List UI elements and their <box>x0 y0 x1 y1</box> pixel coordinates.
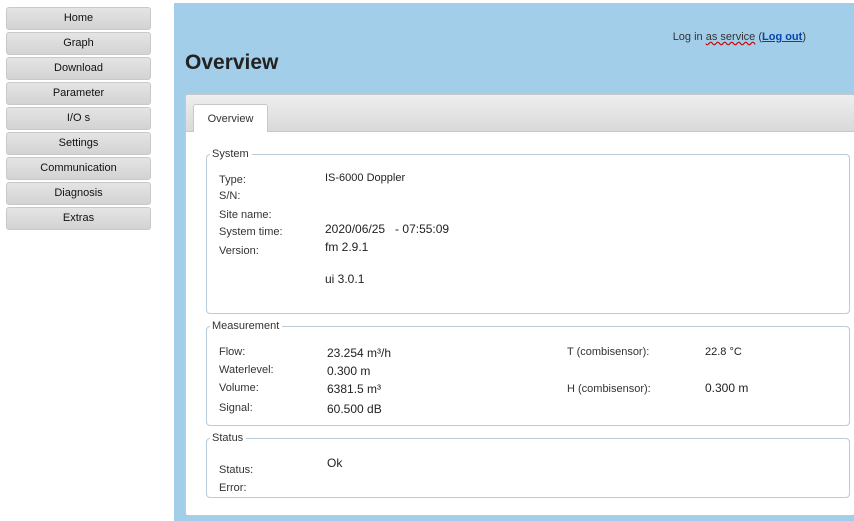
system-time-value: 2020/06/25 - 07:55:09 <box>325 222 450 236</box>
nav-diagnosis-button[interactable]: Diagnosis <box>6 182 151 205</box>
status-value: Ok <box>327 456 343 470</box>
h-combisensor-label: H (combisensor): <box>567 383 651 395</box>
t-combisensor-value: 22.8 °C <box>705 346 742 358</box>
tab-panel: Overview System Type: IS-6000 Doppler S/… <box>185 94 854 516</box>
type-label: Type: <box>219 174 246 186</box>
site-name-label: Site name: <box>219 209 272 221</box>
nav-communication-button[interactable]: Communication <box>6 157 151 180</box>
error-label: Error: <box>219 482 247 494</box>
nav-graph-button[interactable]: Graph <box>6 32 151 55</box>
main-panel: Log in as service (Log out) Overview Ove… <box>174 3 854 521</box>
signal-label: Signal: <box>219 402 253 414</box>
nav-download-button[interactable]: Download <box>6 57 151 80</box>
waterlevel-value: 0.300 m <box>327 364 371 378</box>
nav-parameter-button[interactable]: Parameter <box>6 82 151 105</box>
nav-home-button[interactable]: Home <box>6 7 151 30</box>
tab-overview[interactable]: Overview <box>193 104 268 132</box>
fm-version-value: fm 2.9.1 <box>325 240 369 254</box>
status-section: Status Status: Ok Error: <box>206 432 850 498</box>
h-combisensor-value: 0.300 m <box>705 381 749 395</box>
volume-label: Volume: <box>219 382 259 394</box>
ui-version-value: ui 3.0.1 <box>325 272 365 286</box>
sidebar-nav: Home Graph Download Parameter I/O s Sett… <box>6 7 151 232</box>
page-title: Overview <box>185 51 279 74</box>
t-combisensor-label: T (combisensor): <box>567 346 650 358</box>
nav-extras-button[interactable]: Extras <box>6 207 151 230</box>
nav-settings-button[interactable]: Settings <box>6 132 151 155</box>
logout-link[interactable]: Log out <box>762 31 802 43</box>
sn-label: S/N: <box>219 190 241 202</box>
system-legend: System <box>212 148 249 160</box>
type-value: IS-6000 Doppler <box>325 172 406 184</box>
login-status: Log in as service (Log out) <box>673 31 806 43</box>
login-role: as service <box>705 31 756 43</box>
login-close-paren: ) <box>802 31 806 43</box>
nav-ios-button[interactable]: I/O s <box>6 107 151 130</box>
flow-value: 23.254 m³/h <box>327 346 392 360</box>
system-time-label: System time: <box>219 226 283 238</box>
status-legend: Status <box>212 432 244 444</box>
signal-value: 60.500 dB <box>327 402 382 416</box>
measurement-section: Measurement Flow: 23.254 m³/h Waterlevel… <box>206 320 850 426</box>
measurement-legend: Measurement <box>212 320 280 332</box>
tab-bar: Overview <box>186 95 854 132</box>
status-label: Status: <box>219 464 254 476</box>
volume-value: 6381.5 m³ <box>327 382 382 396</box>
waterlevel-label: Waterlevel: <box>219 364 274 376</box>
flow-label: Flow: <box>219 346 246 358</box>
login-prefix: Log in <box>672 31 703 43</box>
system-section: System Type: IS-6000 Doppler S/N: Site n… <box>206 148 850 314</box>
version-label: Version: <box>219 245 259 257</box>
